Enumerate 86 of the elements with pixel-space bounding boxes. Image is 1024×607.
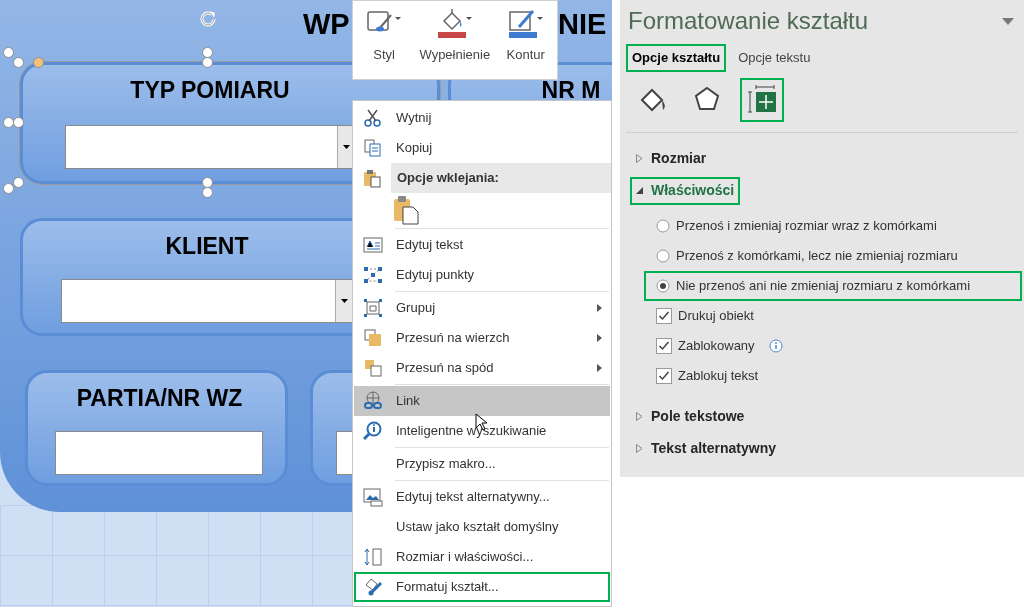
menu-item[interactable]: Przesuń na spód	[354, 353, 610, 383]
collapse-triangle-icon	[636, 186, 643, 195]
expand-triangle-icon	[636, 444, 643, 453]
menu-item[interactable]: Ustaw jako kształt domyślny	[354, 512, 610, 542]
menu-item[interactable]: Przypisz makro...	[354, 449, 610, 479]
dropdown-field[interactable]	[65, 125, 355, 169]
checkbox-option[interactable]: Drukuj obiekt	[644, 300, 1024, 331]
selection-handle[interactable]	[3, 47, 14, 58]
pane-tab[interactable]: Opcje kształtu	[626, 44, 727, 72]
copy-icon	[363, 138, 383, 158]
link-icon	[363, 391, 383, 411]
radio-icon	[656, 248, 670, 263]
form-title: WP	[303, 10, 350, 39]
input-field[interactable]	[55, 431, 263, 475]
menu-heading: Opcje wklejania:	[391, 163, 611, 193]
radio-option[interactable]: Nie przenoś ani nie zmieniaj rozmiaru z komórkami	[644, 270, 1022, 301]
radio-option[interactable]: Przenoś z komórkami, lecz nie zmieniaj rozmiaru	[644, 240, 1024, 271]
menu-item[interactable]: Formatuj kształt...	[354, 572, 610, 602]
pane-icon-tab[interactable]	[740, 77, 784, 122]
menu-item[interactable]: Wytnij	[354, 103, 610, 133]
radio-icon	[656, 278, 670, 293]
caret-icon	[340, 299, 348, 303]
toolbar-button[interactable]: Kontur	[503, 7, 548, 65]
caret-icon	[342, 145, 350, 149]
expand-triangle-icon	[636, 154, 643, 163]
selection-handle[interactable]	[13, 177, 24, 188]
bring-forward-icon	[363, 328, 383, 348]
send-backward-icon	[363, 358, 383, 378]
size-properties-icon	[746, 83, 778, 116]
selection-handle[interactable]	[202, 187, 213, 198]
search-icon	[363, 421, 383, 441]
text-box-icon	[363, 235, 383, 255]
checkbox-option[interactable]: Zablokowany	[644, 330, 1024, 361]
selection-handle[interactable]	[13, 117, 24, 128]
section-header[interactable]: Właściwości	[630, 176, 741, 205]
pane-tab[interactable]: Opcje tekstu	[732, 44, 817, 72]
checkbox-icon	[656, 307, 672, 324]
checkbox-option[interactable]: Zablokuj tekst	[644, 360, 1024, 391]
field-label: NR M	[540, 79, 602, 102]
pane-title: Formatowanie kształtu	[628, 6, 869, 36]
selection-handle[interactable]	[13, 57, 24, 68]
radio-icon	[656, 218, 670, 233]
selection-handle[interactable]	[202, 177, 213, 188]
form-title: NIE	[558, 10, 607, 39]
section-header[interactable]: Tekst alternatywny	[630, 434, 782, 463]
section-header[interactable]: Pole tekstowe	[630, 402, 751, 431]
scissors-icon	[363, 108, 383, 128]
selection-handle[interactable]	[33, 57, 44, 68]
image-icon	[363, 487, 383, 507]
group-icon	[363, 298, 383, 318]
toolbar-button[interactable]: Styl	[362, 7, 407, 65]
section-header[interactable]: Rozmiar	[630, 144, 713, 173]
pencil-icon	[506, 7, 545, 39]
radio-option[interactable]: Przenoś i zmieniaj rozmiar wraz z komórkami	[644, 210, 1024, 241]
submenu-arrow-icon	[596, 334, 602, 342]
selection-handle[interactable]	[202, 57, 213, 68]
checkbox-icon	[656, 337, 672, 354]
selection-handle[interactable]	[202, 47, 213, 58]
clipboard-icon	[362, 168, 382, 188]
menu-item[interactable]: Kopiuj	[354, 133, 610, 163]
resize-icon	[363, 547, 383, 567]
expand-triangle-icon	[636, 412, 643, 421]
edit-points-icon	[363, 265, 383, 285]
paint-bucket-icon	[435, 7, 474, 39]
toolbar-button[interactable]: Wypełnienie	[416, 7, 494, 65]
dropdown-field[interactable]	[61, 279, 353, 323]
menu-item[interactable]: Edytuj punkty	[354, 260, 610, 290]
field-label: PARTIA/NR WZ	[75, 387, 244, 410]
menu-item[interactable]: Przesuń na wierzch	[354, 323, 610, 353]
checkbox-icon	[656, 367, 672, 384]
format-shape-icon	[363, 577, 383, 597]
field-label: TYP POMIARU	[129, 79, 291, 102]
field-label: KLIENT	[164, 235, 250, 258]
dropdown-arrow-icon	[1002, 18, 1014, 25]
selection-handle[interactable]	[3, 183, 14, 194]
submenu-arrow-icon	[596, 364, 602, 372]
menu-item[interactable]: Rozmiar i właściwości...	[354, 542, 610, 572]
selection-handle[interactable]	[3, 117, 14, 128]
menu-item[interactable]: Edytuj tekst	[354, 230, 610, 260]
submenu-arrow-icon	[596, 304, 602, 312]
menu-item[interactable]: Link	[354, 386, 610, 416]
menu-item[interactable]: Edytuj tekst alternatywny...	[354, 482, 610, 512]
menu-item[interactable]: Inteligentne wyszukiwanie	[354, 416, 610, 446]
paste-option-icon	[393, 195, 419, 225]
info-icon	[768, 338, 783, 353]
menu-item[interactable]: Grupuj	[354, 293, 610, 323]
